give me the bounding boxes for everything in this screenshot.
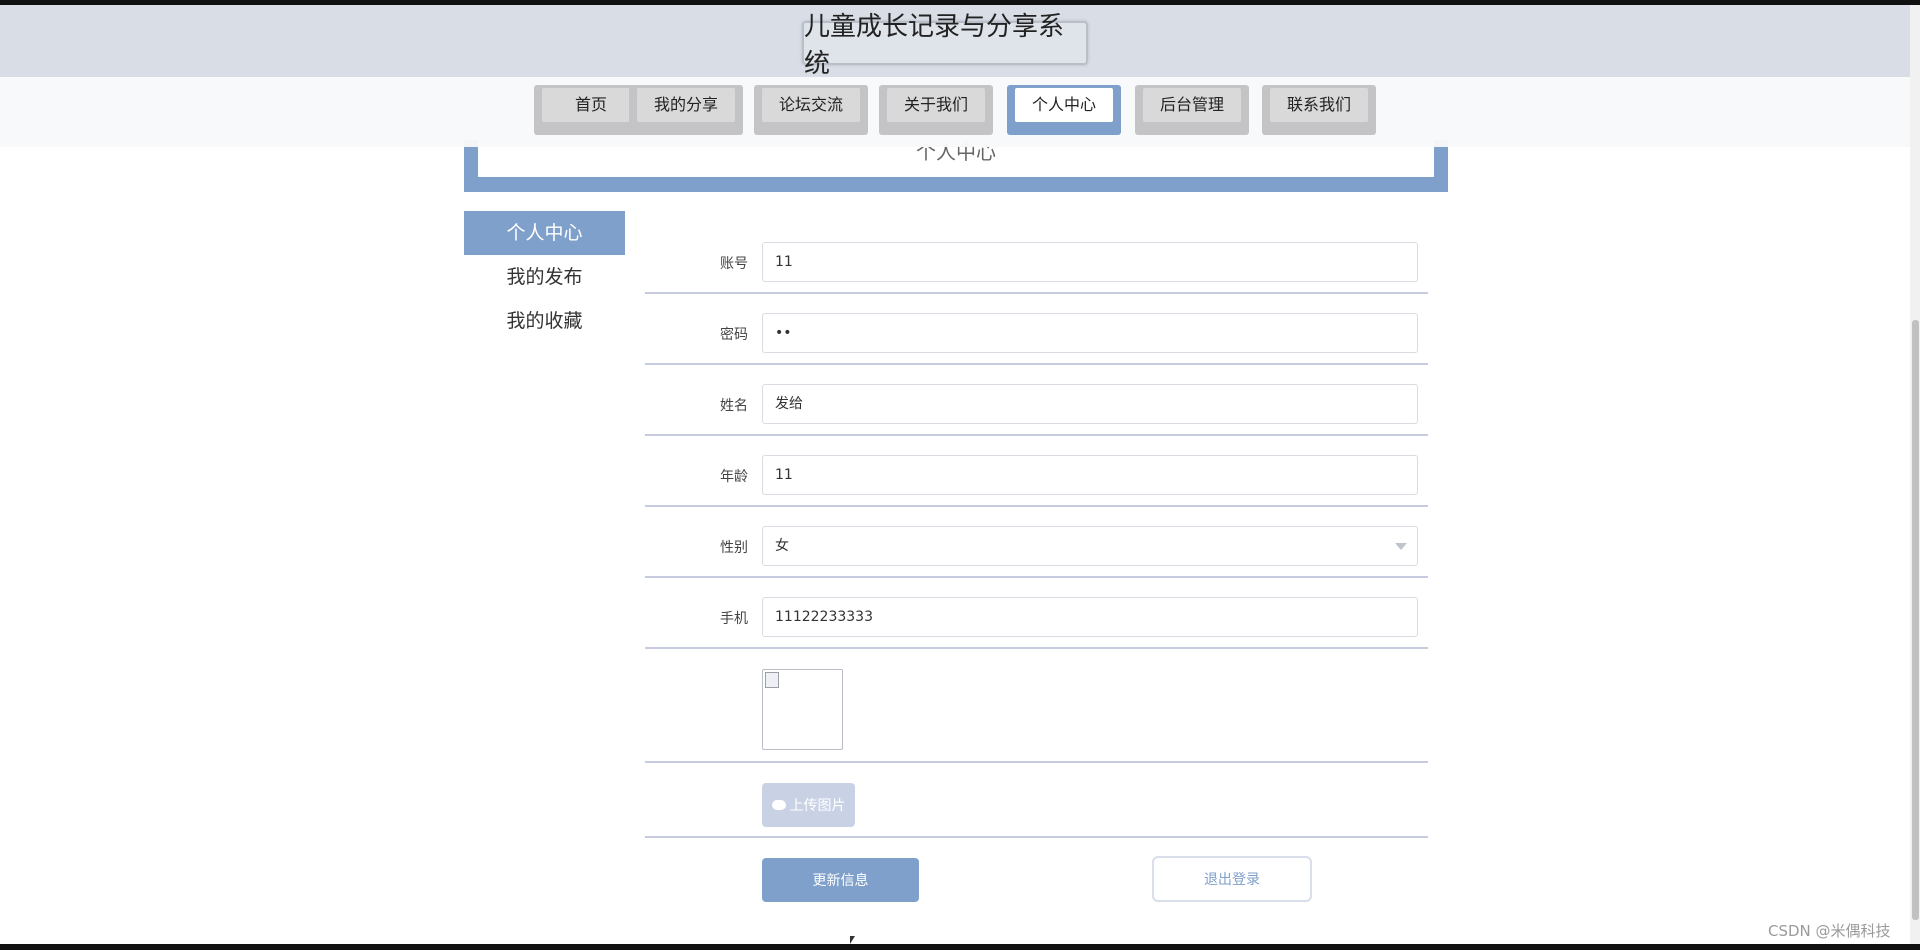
side-item-my-posts[interactable]: 我的发布 [464, 255, 625, 299]
nav-tab-label: 首页 [542, 88, 640, 122]
gender-label: 性别 [720, 540, 748, 556]
cloud-upload-icon [771, 800, 786, 810]
name-label: 姓名 [720, 398, 748, 414]
site-title: 儿童成长记录与分享系统 [802, 12, 1088, 79]
form-row-phone: 手机 11122233333 [645, 595, 1428, 649]
scrollbar-thumb[interactable] [1912, 320, 1919, 920]
gender-select[interactable]: 女 [762, 526, 1418, 566]
main-nav: 首页 我的分享 论坛交流 关于我们 个人中心 后台管理 联系我们 [0, 77, 1910, 147]
avatar-image [762, 669, 843, 750]
form-row-avatar [645, 654, 1428, 763]
nav-tab-personal-center[interactable]: 个人中心 [1007, 85, 1121, 135]
password-label: 密码 [720, 327, 748, 343]
nav-tab-label: 我的分享 [637, 88, 735, 122]
form-row-gender: 性别 女 [645, 524, 1428, 578]
nav-tab-contact[interactable]: 联系我们 [1262, 85, 1376, 135]
nav-tab-admin[interactable]: 后台管理 [1135, 85, 1249, 135]
nav-tab-label: 关于我们 [887, 88, 985, 122]
nav-tab-forum[interactable]: 论坛交流 [754, 85, 868, 135]
page-banner: 个人中心 [464, 140, 1448, 192]
upload-image-button[interactable]: 上传图片 [762, 783, 855, 827]
gender-select-value: 女 [775, 538, 789, 554]
password-input[interactable]: •• [762, 313, 1418, 353]
account-input[interactable]: 11 [762, 242, 1418, 282]
update-info-button[interactable]: 更新信息 [762, 858, 919, 902]
form-row-name: 姓名 发给 [645, 382, 1428, 436]
nav-tab-label: 联系我们 [1270, 88, 1368, 122]
side-item-my-favorites[interactable]: 我的收藏 [464, 299, 625, 343]
form-row-age: 年龄 11 [645, 453, 1428, 507]
nav-tab-label: 后台管理 [1143, 88, 1241, 122]
phone-label: 手机 [720, 611, 748, 627]
window-bottom-border [0, 944, 1920, 950]
chevron-down-icon [1395, 543, 1407, 550]
age-input[interactable]: 11 [762, 455, 1418, 495]
upload-button-label: 上传图片 [789, 798, 846, 814]
mouse-cursor-icon [850, 936, 855, 944]
account-label: 账号 [720, 256, 748, 272]
form-row-account: 账号 11 [645, 240, 1428, 294]
nav-tab-label: 个人中心 [1015, 88, 1113, 122]
name-input[interactable]: 发给 [762, 384, 1418, 424]
header-bar: 儿童成长记录与分享系统 [0, 5, 1910, 79]
side-menu: 个人中心 我的发布 我的收藏 [464, 211, 625, 343]
phone-input[interactable]: 11122233333 [762, 597, 1418, 637]
form-row-upload: 上传图片 [645, 763, 1428, 838]
nav-tab-my-share[interactable]: 我的分享 [629, 85, 743, 135]
form-row-password: 密码 •• [645, 311, 1428, 365]
side-item-personal-center[interactable]: 个人中心 [464, 211, 625, 255]
age-label: 年龄 [720, 469, 748, 485]
broken-image-icon [765, 672, 779, 688]
logout-button[interactable]: 退出登录 [1152, 856, 1312, 902]
nav-tab-about[interactable]: 关于我们 [879, 85, 993, 135]
watermark-text: CSDN @米偶科技 [1768, 922, 1891, 940]
nav-tab-label: 论坛交流 [762, 88, 860, 122]
